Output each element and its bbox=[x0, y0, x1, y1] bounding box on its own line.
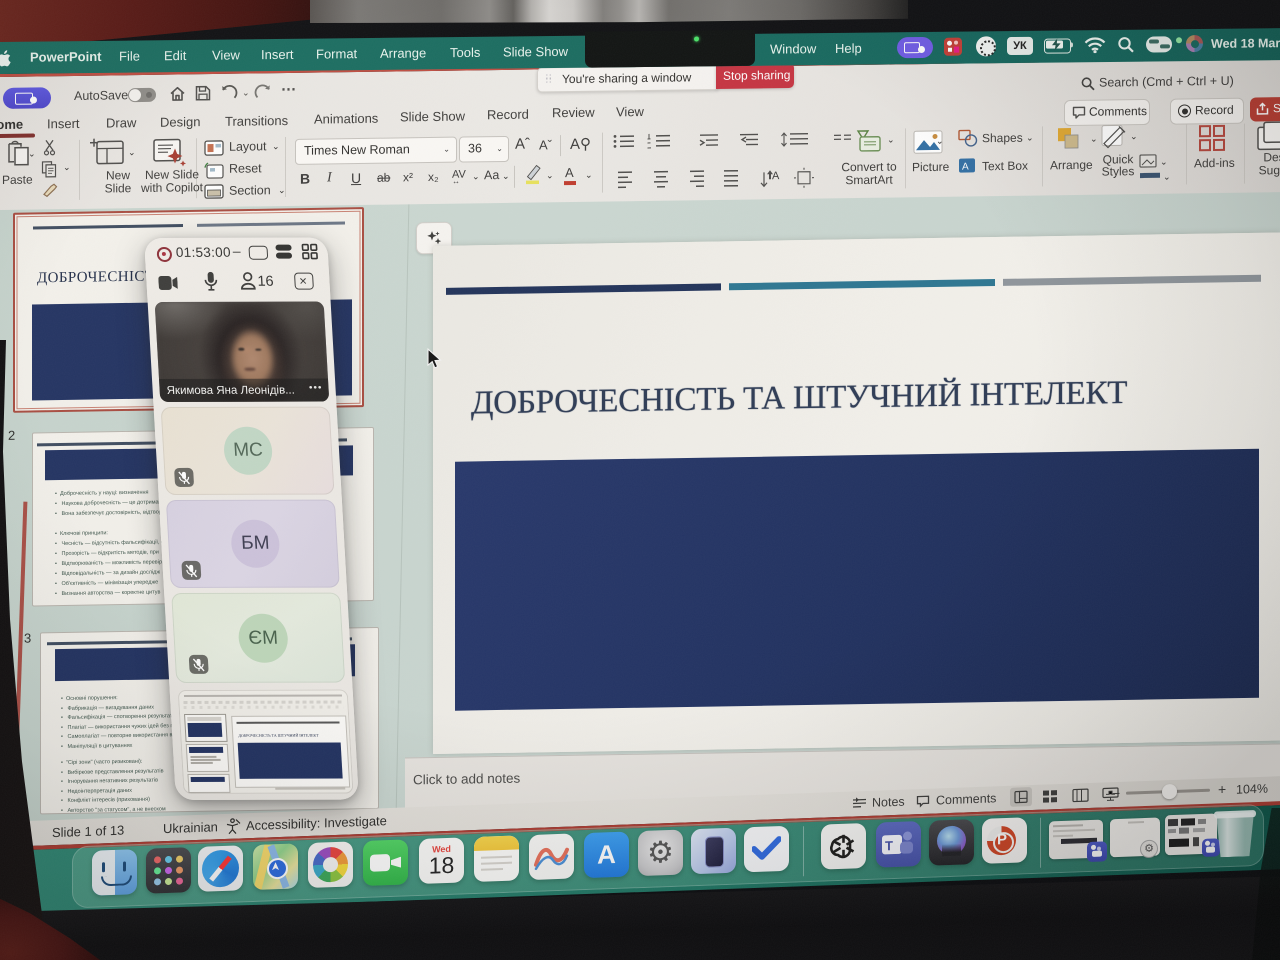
svg-text:⌄: ⌄ bbox=[887, 135, 895, 145]
svg-text:⌄: ⌄ bbox=[1160, 157, 1168, 167]
svg-text:A: A bbox=[772, 170, 780, 182]
svg-text:A: A bbox=[962, 161, 969, 172]
svg-text:⌄: ⌄ bbox=[1163, 172, 1171, 182]
